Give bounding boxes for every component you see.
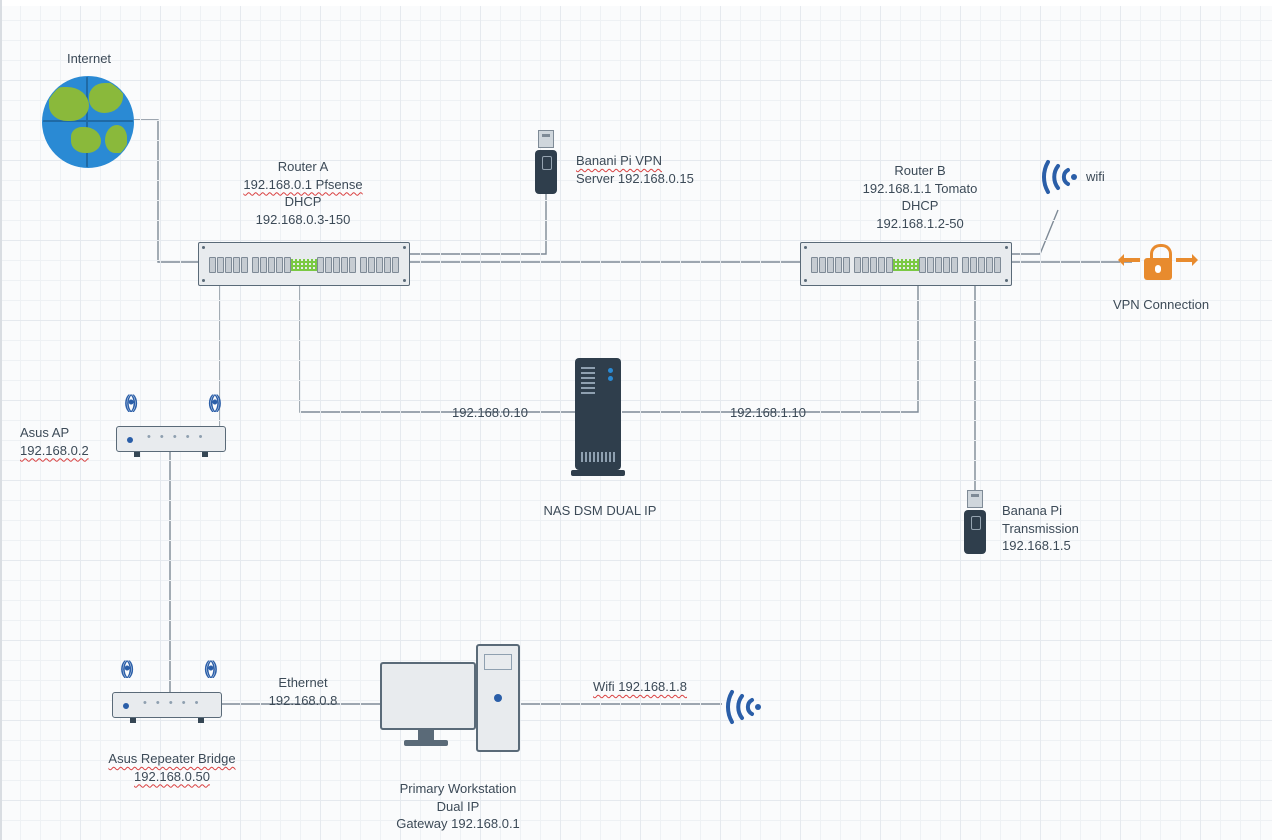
workstation-icon[interactable] — [380, 644, 520, 764]
router-b-label: Router B 192.168.1.1 Tomato DHCP 192.168… — [840, 162, 1000, 232]
internet-globe-icon[interactable] — [42, 76, 134, 168]
nas-server-icon[interactable] — [575, 358, 621, 470]
asus-repeater-router-icon[interactable]: ((•))((•)) — [112, 658, 222, 718]
wifi-icon — [722, 682, 766, 726]
vpn-connection-icon[interactable] — [1128, 236, 1188, 292]
router-a-label: Router A 192.168.0.1 Pfsense DHCP 192.16… — [218, 158, 388, 228]
asus-ap-router-icon[interactable]: ((•))((•)) — [116, 392, 226, 452]
internet-label: Internet — [44, 50, 134, 68]
banana-pi-transmission-usb-icon[interactable] — [964, 490, 986, 554]
wifi-label: wifi — [1086, 168, 1126, 186]
router-b-title: Router B — [840, 162, 1000, 180]
vpn-connection-label: VPN Connection — [1106, 296, 1216, 314]
asus-repeater-label: Asus Repeater Bridge 192.168.0.50 — [92, 750, 252, 785]
workstation-label: Primary Workstation Dual IP Gateway 192.… — [378, 780, 538, 833]
wifi-link-label: Wifi 192.168.1.8 — [570, 678, 710, 696]
router-a-switch-icon[interactable] — [198, 242, 410, 286]
ethernet-link-label: Ethernet 192.168.0.8 — [248, 674, 358, 709]
nas-ip-left: 192.168.0.10 — [430, 404, 550, 422]
banana-pi-transmission-label: Banana Pi Transmission 192.168.1.5 — [1002, 502, 1122, 555]
wifi-icon — [1038, 152, 1082, 196]
nas-ip-right: 192.168.1.10 — [708, 404, 828, 422]
asus-ap-label: Asus AP 192.168.0.2 — [20, 424, 120, 459]
banani-pi-vpn-label: Banani Pi VPN Server 192.168.0.15 — [576, 152, 726, 187]
diagram-canvas[interactable]: Internet Router A 192.168.0.1 Pfsense DH… — [0, 0, 1272, 840]
router-b-switch-icon[interactable] — [800, 242, 1012, 286]
banani-pi-vpn-usb-icon[interactable] — [535, 130, 557, 194]
nas-label: NAS DSM DUAL IP — [530, 502, 670, 520]
router-a-title: Router A — [218, 158, 388, 176]
